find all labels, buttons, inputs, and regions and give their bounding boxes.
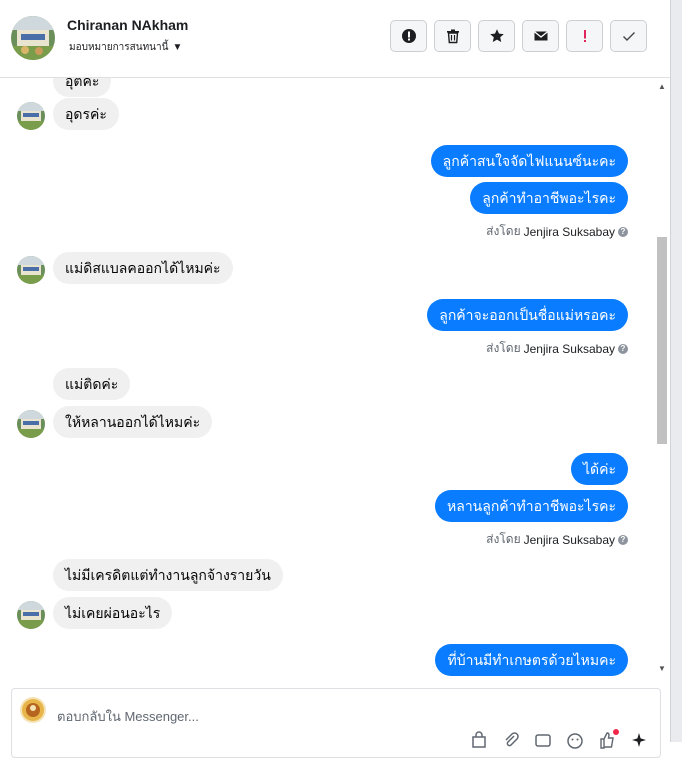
incoming-message: อุตค่ะ xyxy=(53,78,112,97)
contact-avatar-small xyxy=(17,410,45,438)
paperclip-icon[interactable] xyxy=(502,731,520,749)
assign-conversation-dropdown[interactable]: มอบหมายการสนทนานี้ ▼ xyxy=(69,40,182,55)
composer-tools xyxy=(470,729,648,749)
star-icon xyxy=(489,29,504,42)
sent-by-prefix: ส่งโดย xyxy=(486,341,521,355)
sender-name: Jenjira Suksabay xyxy=(523,224,615,239)
info-icon[interactable]: ? xyxy=(618,226,628,237)
report-icon xyxy=(401,29,416,43)
page-avatar xyxy=(20,697,46,723)
message-scrollbar[interactable]: ▲ ▼ xyxy=(654,78,670,678)
incoming-message: อุดรค่ะ xyxy=(53,98,119,130)
sent-by-line: ส่งโดย Jenjira Suksabay ? xyxy=(486,530,628,549)
caret-down-icon: ▼ xyxy=(172,42,183,53)
delete-button[interactable] xyxy=(434,20,471,52)
sender-name: Jenjira Suksabay xyxy=(523,532,615,547)
sender-name: Jenjira Suksabay xyxy=(523,341,615,356)
outgoing-message: หลานลูกค้าทำอาชีพอะไรคะ xyxy=(435,490,628,522)
like-icon[interactable] xyxy=(598,729,619,749)
incoming-message: แม่ดิสแบลคออกได้ไหมค่ะ xyxy=(53,252,233,284)
gif-icon[interactable] xyxy=(534,731,552,749)
mark-unread-button[interactable] xyxy=(522,20,559,52)
assign-label: มอบหมายการสนทนานี้ xyxy=(69,42,169,53)
outgoing-message: ลูกค้าสนใจจัดไฟแนนซ์นะคะ xyxy=(430,145,628,177)
scroll-down-arrow-icon[interactable]: ▼ xyxy=(658,664,666,673)
sent-by-prefix: ส่งโดย xyxy=(486,224,521,238)
outgoing-message: ได้ค่ะ xyxy=(570,453,628,485)
incoming-message: แม่ติดค่ะ xyxy=(53,368,131,400)
message-thread[interactable]: อุตค่ะ อุดรค่ะ ลูกค้าสนใจจัดไฟแนนซ์นะคะ … xyxy=(0,78,654,678)
scroll-up-arrow-icon[interactable]: ▲ xyxy=(658,82,666,91)
incoming-message: ไม่มีเครดิตแต่ทำงานลูกจ้างรายวัน xyxy=(53,559,283,591)
bag-icon[interactable] xyxy=(470,731,488,749)
trash-icon xyxy=(446,29,459,44)
mail-icon xyxy=(533,31,548,41)
sent-by-line: ส่งโดย Jenjira Suksabay ? xyxy=(486,339,628,358)
exclamation-icon xyxy=(583,30,586,42)
header-actions xyxy=(390,20,647,52)
incoming-message: ให้หลานออกได้ไหมค่ะ xyxy=(53,406,213,438)
outgoing-message: ลูกค้าทำอาชีพอะไรคะ xyxy=(470,182,628,214)
star-button[interactable] xyxy=(478,20,515,52)
contact-avatar-small xyxy=(17,102,45,130)
info-icon[interactable]: ? xyxy=(618,343,628,354)
reply-input-placeholder[interactable]: ตอบกลับใน Messenger... xyxy=(57,706,199,727)
reply-composer[interactable]: ตอบกลับใน Messenger... xyxy=(11,688,661,758)
report-button[interactable] xyxy=(390,20,427,52)
contact-avatar-small xyxy=(17,256,45,284)
spam-button[interactable] xyxy=(566,20,603,52)
window-edge xyxy=(670,0,682,742)
mark-done-button[interactable] xyxy=(610,20,647,52)
conversation-header: Chiranan NAkham มอบหมายการสนทนานี้ ▼ xyxy=(0,0,670,78)
contact-avatar[interactable] xyxy=(11,16,55,60)
outgoing-message: ลูกค้าจะออกเป็นชื่อแม่หรอคะ xyxy=(427,299,628,331)
emoji-icon[interactable] xyxy=(566,731,584,749)
contact-avatar-small xyxy=(17,601,45,629)
scrollbar-thumb[interactable] xyxy=(657,237,667,444)
notification-dot xyxy=(613,729,619,735)
check-icon xyxy=(622,32,635,41)
sent-by-prefix: ส่งโดย xyxy=(486,532,521,546)
contact-name[interactable]: Chiranan NAkham xyxy=(67,17,188,33)
incoming-message: ไม่เคยผ่อนอะไร xyxy=(53,597,173,629)
sent-by-line: ส่งโดย Jenjira Suksabay ? xyxy=(486,222,628,241)
outgoing-message: ที่บ้านมีทำเกษตรด้วยไหมคะ xyxy=(435,644,628,676)
info-icon[interactable]: ? xyxy=(618,534,628,545)
sparkle-icon[interactable] xyxy=(630,731,648,749)
